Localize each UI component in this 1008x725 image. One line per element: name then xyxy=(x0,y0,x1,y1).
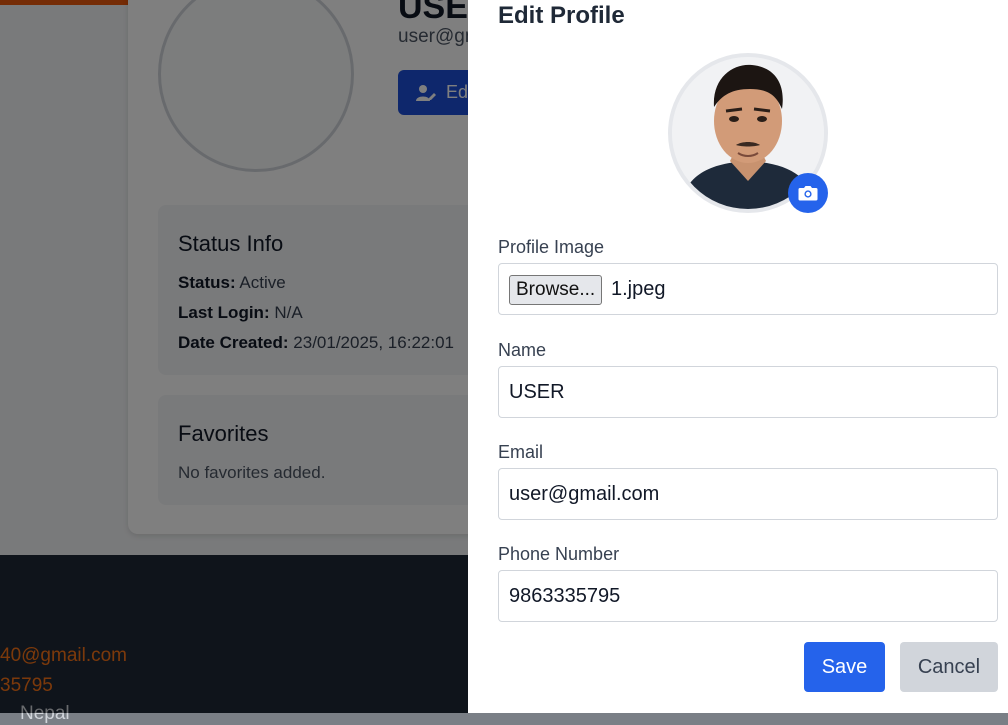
camera-icon xyxy=(798,186,818,201)
profile-image-label: Profile Image xyxy=(498,237,605,257)
cancel-button[interactable]: Cancel xyxy=(900,642,998,692)
phone-input[interactable] xyxy=(498,570,998,622)
edit-profile-drawer: Edit Profile Profile Image Browse... 1.j… xyxy=(468,0,1008,713)
email-label: Email xyxy=(498,442,544,462)
browse-button[interactable]: Browse... xyxy=(509,275,603,305)
profile-image-file-input[interactable]: Browse... 1.jpeg xyxy=(498,263,998,315)
phone-label: Phone Number xyxy=(498,544,620,564)
name-label: Name xyxy=(498,340,547,360)
name-input[interactable] xyxy=(498,366,998,418)
change-photo-button[interactable] xyxy=(788,173,828,213)
drawer-title: Edit Profile xyxy=(498,2,625,29)
selected-file-name: 1.jpeg xyxy=(611,278,666,300)
save-button[interactable]: Save xyxy=(804,642,885,692)
profile-photo-container xyxy=(668,53,828,213)
email-input[interactable] xyxy=(498,468,998,520)
